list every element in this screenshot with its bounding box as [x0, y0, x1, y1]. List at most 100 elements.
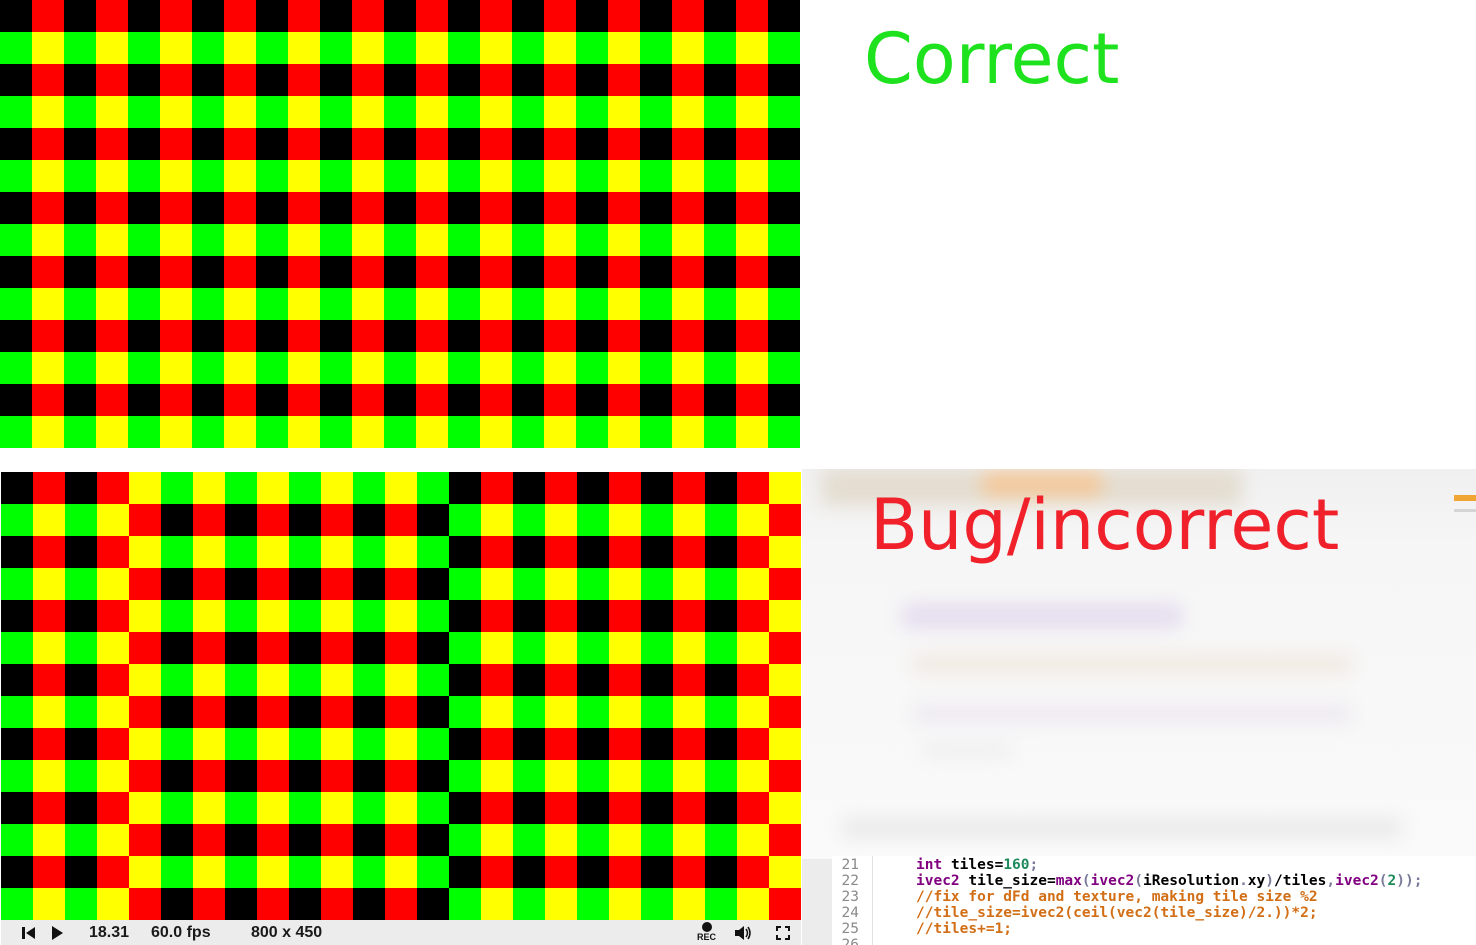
checker-tile	[256, 192, 288, 224]
code-text: ivec2 tile_size=max(ivec2(iResolution.xy…	[916, 873, 1423, 889]
checker-tile	[33, 568, 65, 600]
volume-icon[interactable]	[733, 923, 753, 943]
fullscreen-icon[interactable]	[773, 923, 793, 943]
checker-tile	[609, 696, 641, 728]
checker-tile	[96, 320, 128, 352]
checker-tile	[129, 760, 161, 792]
checker-tile	[128, 288, 160, 320]
checker-tile	[768, 192, 800, 224]
checker-tile	[449, 824, 481, 856]
checker-tile	[704, 96, 736, 128]
checker-tile	[673, 792, 705, 824]
checker-tile	[673, 856, 705, 888]
checker-tile	[449, 856, 481, 888]
checker-tile	[512, 224, 544, 256]
checker-tile	[448, 384, 480, 416]
checker-tile	[705, 504, 737, 536]
checker-tile	[672, 256, 704, 288]
checker-tile	[513, 536, 545, 568]
checker-tile	[577, 728, 609, 760]
checker-tile	[64, 320, 96, 352]
play-icon[interactable]	[47, 923, 67, 943]
checker-tile	[608, 96, 640, 128]
checker-tile	[256, 64, 288, 96]
checker-tile	[704, 320, 736, 352]
checker-tile	[417, 632, 449, 664]
checker-tile	[544, 160, 576, 192]
checker-tile	[257, 600, 289, 632]
checker-tile	[737, 504, 769, 536]
checker-tile	[481, 760, 513, 792]
record-button[interactable]: REC	[696, 921, 720, 945]
checker-tile	[96, 32, 128, 64]
checker-tile	[384, 224, 416, 256]
checker-tile	[0, 320, 32, 352]
checker-tile	[736, 384, 768, 416]
checker-tile	[448, 96, 480, 128]
checker-tile	[96, 192, 128, 224]
skip-back-icon[interactable]	[19, 923, 39, 943]
checker-tile	[513, 856, 545, 888]
checker-tile	[256, 32, 288, 64]
checker-tile	[353, 632, 385, 664]
checker-tile	[608, 64, 640, 96]
checker-tile	[65, 632, 97, 664]
checker-tile	[257, 504, 289, 536]
checker-tile	[65, 792, 97, 824]
checker-tile	[512, 0, 544, 32]
checker-tile	[513, 696, 545, 728]
checker-tile	[0, 416, 32, 448]
checker-tile	[417, 888, 449, 920]
checker-tile	[65, 760, 97, 792]
checker-tile	[321, 600, 353, 632]
bug-shader-canvas	[1, 472, 801, 920]
checker-tile	[193, 792, 225, 824]
checker-tile	[480, 416, 512, 448]
checker-tile	[97, 664, 129, 696]
checker-tile	[193, 600, 225, 632]
checker-tile	[545, 472, 577, 504]
checker-tile	[192, 416, 224, 448]
checker-tile	[416, 320, 448, 352]
checker-tile	[513, 664, 545, 696]
checker-tile	[641, 504, 673, 536]
code-editor[interactable]: 21 int tiles=160; 22 ivec2 tile_size=max…	[832, 856, 1476, 945]
checker-tile	[737, 600, 769, 632]
checker-tile	[609, 536, 641, 568]
checker-tile	[577, 504, 609, 536]
checker-tile	[769, 824, 801, 856]
checker-tile	[576, 352, 608, 384]
checker-tile	[640, 352, 672, 384]
checker-tile	[608, 384, 640, 416]
checker-tile	[449, 888, 481, 920]
checker-tile	[0, 256, 32, 288]
checker-tile	[480, 96, 512, 128]
checker-tile	[480, 224, 512, 256]
checker-tile	[673, 600, 705, 632]
checker-tile	[1, 728, 33, 760]
checker-tile	[512, 160, 544, 192]
checker-tile	[160, 64, 192, 96]
checker-tile	[224, 256, 256, 288]
checker-tile	[65, 472, 97, 504]
line-number: 25	[841, 921, 859, 937]
checker-tile	[225, 760, 257, 792]
checker-tile	[448, 160, 480, 192]
checker-tile	[448, 224, 480, 256]
checker-tile	[193, 472, 225, 504]
checker-tile	[673, 568, 705, 600]
checker-tile	[353, 664, 385, 696]
checker-tile	[353, 824, 385, 856]
checker-tile	[609, 568, 641, 600]
checker-tile	[289, 632, 321, 664]
checker-tile	[544, 64, 576, 96]
checker-tile	[320, 0, 352, 32]
checker-tile	[545, 888, 577, 920]
checker-tile	[512, 416, 544, 448]
checker-tile	[736, 128, 768, 160]
checker-tile	[65, 888, 97, 920]
checker-tile	[321, 632, 353, 664]
checker-tile	[704, 416, 736, 448]
checker-tile	[1, 792, 33, 824]
checker-tile	[193, 568, 225, 600]
